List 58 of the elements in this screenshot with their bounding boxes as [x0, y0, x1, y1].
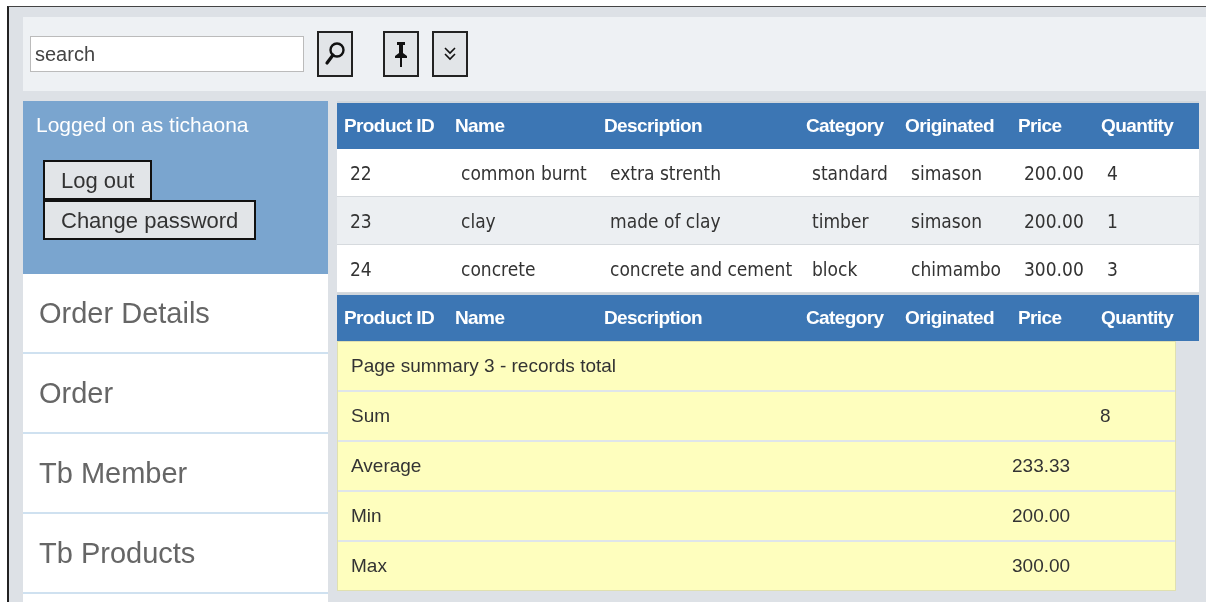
table-cell-text: standard: [811, 161, 889, 184]
table-cell-text: 1: [1106, 209, 1119, 232]
table-cell-text: concrete: [460, 257, 537, 280]
table-cell-text: common burnt: [460, 161, 588, 184]
column-footer: Category: [799, 307, 898, 329]
table-cell-text: clay: [460, 209, 497, 232]
column-header[interactable]: Description: [597, 115, 799, 137]
summary-label: Sum: [350, 405, 392, 427]
summary-value: 200.00: [1012, 505, 1071, 526]
column-header[interactable]: Product ID: [337, 115, 448, 137]
table-cell-text: 200.00: [1023, 209, 1085, 232]
logged-on-text: Logged on as tichaona: [36, 113, 250, 137]
account-button[interactable]: Change password: [43, 200, 257, 240]
summary-value: 8: [1100, 405, 1111, 426]
table-cell-text: made of clay: [609, 209, 722, 232]
table-cell-text: chimambo: [910, 257, 1003, 280]
summary-label: Max: [350, 555, 388, 577]
column-footer: Originated: [898, 307, 1011, 329]
search-icon: [324, 41, 346, 67]
column-header[interactable]: Originated: [898, 115, 1011, 137]
table-cell-text: 22: [349, 161, 373, 184]
column-header[interactable]: Name: [448, 115, 597, 137]
table-cell-text: block: [811, 257, 859, 280]
table-cell-text: 200.00: [1023, 161, 1085, 184]
table-cell-text: simason: [910, 209, 983, 232]
column-header[interactable]: Category: [799, 115, 898, 137]
expand-button[interactable]: [432, 31, 468, 77]
summary-label: Min: [350, 505, 383, 527]
search-button[interactable]: [317, 31, 353, 77]
column-header[interactable]: Quantity: [1094, 115, 1199, 137]
table-cell-text: simason: [910, 161, 983, 184]
summary-value: 300.00: [1012, 555, 1071, 576]
summary-label: Average: [350, 455, 423, 477]
column-header[interactable]: Price: [1011, 115, 1094, 137]
account-button[interactable]: Log out: [43, 160, 153, 200]
table-cell-text: concrete and cement: [609, 257, 794, 280]
pin-button[interactable]: [383, 31, 419, 77]
sidebar-item[interactable]: Tb Member: [23, 434, 328, 514]
sidebar-item[interactable]: Order Details: [23, 274, 328, 354]
double-chevron-icon: [443, 45, 457, 63]
summary-value: 233.33: [1012, 455, 1071, 476]
table-cell-text: extra strenth: [609, 161, 723, 184]
table-cell-text: 300.00: [1023, 257, 1085, 280]
column-footer: Name: [448, 307, 597, 329]
pin-icon: [392, 40, 410, 68]
table-cell-text: 23: [349, 209, 373, 232]
table-cell-text: 4: [1106, 161, 1119, 184]
column-footer: Product ID: [337, 307, 448, 329]
column-footer: Price: [1011, 307, 1094, 329]
table-cell-text: timber: [811, 209, 870, 232]
summary-label: Page summary 3 - records total: [350, 355, 618, 377]
search-field[interactable]: search: [30, 36, 304, 72]
column-footer: Quantity: [1094, 307, 1199, 329]
table-cell-text: 3: [1106, 257, 1119, 280]
sidebar-item[interactable]: Tb Products: [23, 514, 328, 594]
table-cell-text: 24: [349, 257, 373, 280]
sidebar-item[interactable]: Order: [23, 354, 328, 434]
column-footer: Description: [597, 307, 799, 329]
